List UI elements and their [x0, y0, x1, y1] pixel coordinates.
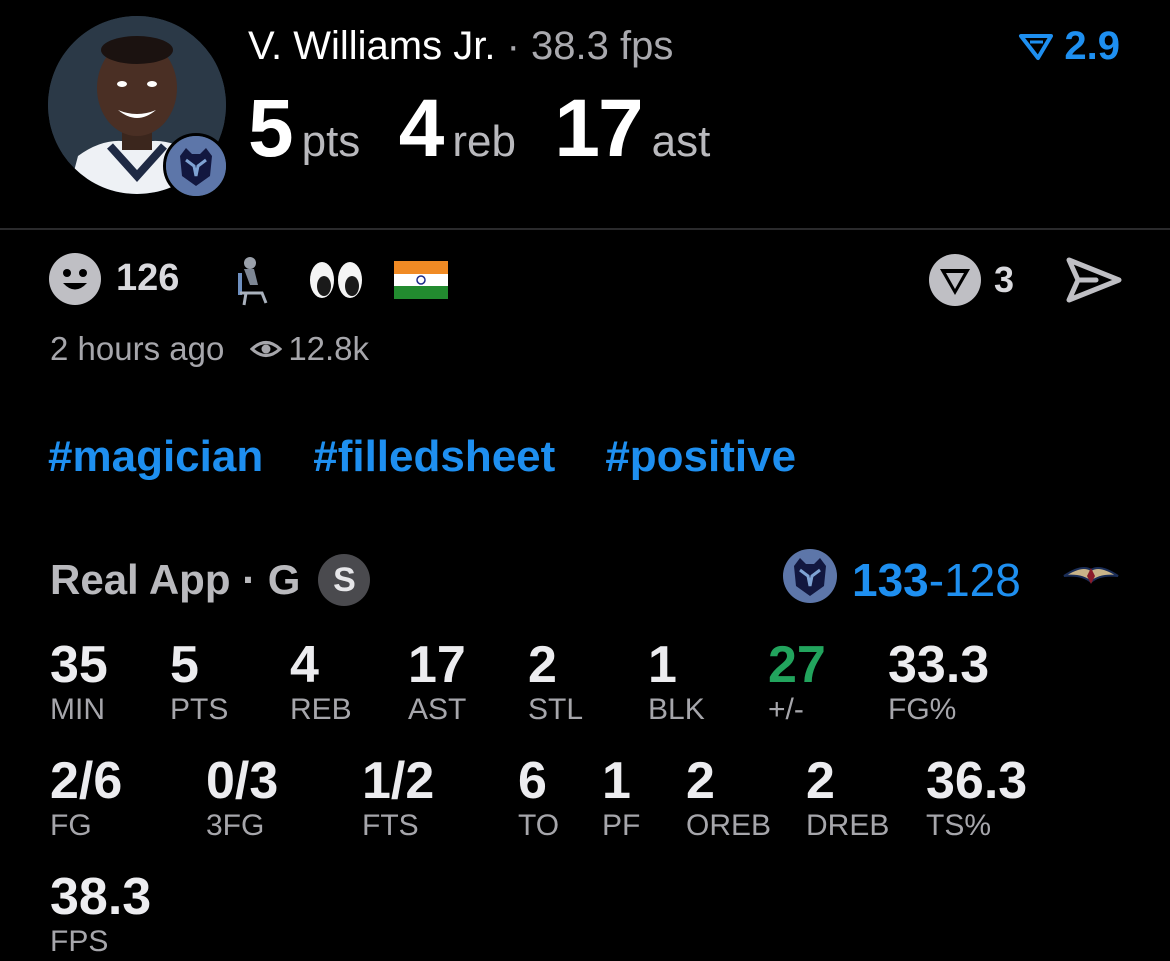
away-team-logo-icon [1062, 562, 1120, 595]
player-title: V. Williams Jr. · 38.3 fps [248, 24, 673, 69]
share-button[interactable] [1066, 256, 1122, 309]
headline-stat-ast: 17 ast [554, 83, 711, 174]
away-score: 128 [944, 554, 1021, 606]
stat-ts-pct: 36.3 TS% [926, 752, 1028, 842]
fps-value: 38.3 fps [531, 24, 674, 68]
reaction-button[interactable] [48, 252, 102, 311]
team-logo-icon [163, 133, 229, 199]
stat-dreb: 2 DREB [806, 752, 890, 842]
stat-fts: 1/2 FTS [362, 752, 435, 842]
stat-fps: 38.3 FPS [50, 868, 152, 958]
reaction-flag-icon [394, 261, 448, 304]
stat-3fg: 0/3 3FG [206, 752, 279, 842]
game-score[interactable]: 133-128 [852, 553, 1021, 607]
views-value: 12.8k [288, 330, 370, 367]
score-dash: - [928, 554, 945, 606]
stat-blk: 1 BLK [648, 636, 705, 726]
hashtag[interactable]: #positive [605, 432, 796, 482]
stat-reb: 4 REB [290, 636, 352, 726]
stat-plus-minus: 27 +/- [768, 636, 826, 726]
stat-stl: 2 STL [528, 636, 584, 726]
eye-icon [250, 341, 283, 357]
comments-button[interactable] [928, 253, 982, 312]
divider [0, 228, 1170, 230]
hashtag[interactable]: #filledsheet [313, 432, 555, 482]
reaction-eyes-icon [308, 260, 364, 305]
headline-stats: 5 pts 4 reb 17 ast [248, 82, 744, 176]
rating-arrow-icon [1019, 33, 1054, 60]
stat-fg-pct: 33.3 FG% [888, 636, 990, 726]
stat-min: 35 MIN [50, 636, 108, 726]
post-time: 2 hours ago [50, 330, 225, 367]
player-name[interactable]: V. Williams Jr. [248, 24, 495, 68]
post-meta: 2 hours ago 12.8k [50, 330, 369, 368]
game-source-label: Real App · G [50, 556, 301, 603]
stat-pts: 5 PTS [170, 636, 229, 726]
stat-oreb: 2 OREB [686, 752, 772, 842]
reaction-thinker-icon [232, 255, 272, 312]
stat-to: 6 TO [518, 752, 560, 842]
hashtag-list: #magician #filledsheet #positive [48, 432, 796, 482]
hashtag[interactable]: #magician [48, 432, 263, 482]
title-separator: · [495, 24, 531, 68]
headline-stat-reb: 4 reb [398, 83, 516, 174]
comment-badge-icon [929, 254, 981, 306]
home-score: 133 [852, 554, 929, 606]
home-team-logo-icon [782, 548, 838, 609]
starter-badge: S [318, 554, 371, 606]
headline-stat-pts: 5 pts [248, 83, 361, 174]
stat-ast: 17 AST [408, 636, 467, 726]
smile-icon [49, 253, 101, 305]
view-count: 12.8k [250, 330, 369, 368]
stat-fg: 2/6 FG [50, 752, 123, 842]
reaction-count: 126 [116, 257, 180, 299]
stat-pf: 1 PF [602, 752, 641, 842]
rating-value: 2.9 [1064, 24, 1120, 68]
share-icon [1066, 257, 1122, 303]
game-source: Real App · G S [50, 554, 371, 606]
comments-count: 3 [994, 259, 1015, 300]
rating-badge[interactable]: 2.9 [1018, 24, 1120, 69]
